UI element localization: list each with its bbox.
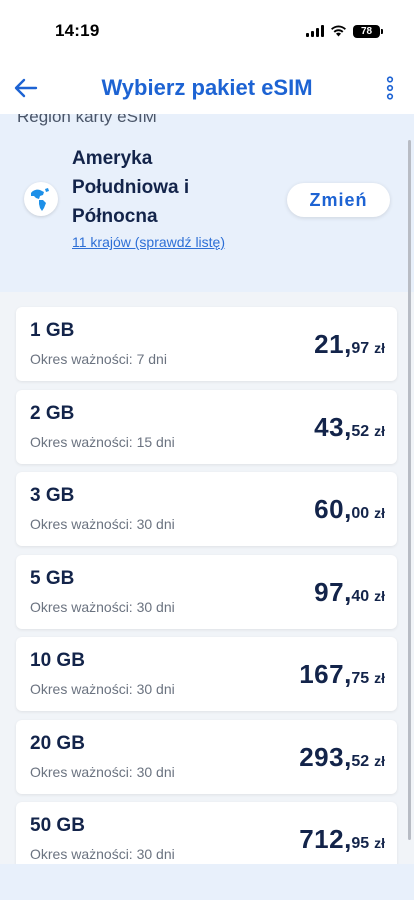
package-card[interactable]: 50 GB Okres ważności: 30 dni 712, 95 zł: [16, 802, 397, 864]
price-integer: 712: [299, 824, 345, 854]
price-currency: zł: [374, 505, 385, 521]
package-size: 5 GB: [30, 567, 75, 589]
package-card[interactable]: 1 GB Okres ważności: 7 dni 21, 97 zł: [16, 307, 397, 381]
package-validity: Okres ważności: 30 dni: [30, 681, 175, 697]
package-validity: Okres ważności: 7 dni: [30, 351, 167, 367]
price-currency: zł: [374, 422, 385, 439]
bottom-bar: [0, 864, 414, 900]
price-integer: 293: [299, 741, 345, 772]
price-separator: ,: [344, 329, 352, 359]
page-title: Wybierz pakiet eSIM: [101, 75, 313, 100]
package-validity: Okres ważności: 30 dni: [30, 763, 175, 780]
price-separator: ,: [344, 576, 352, 607]
price-currency: zł: [374, 670, 385, 686]
package-card[interactable]: 5 GB Okres ważności: 30 dni 97, 40 zł: [16, 554, 397, 629]
wifi-icon: [331, 25, 346, 37]
status-icons: 78: [306, 24, 383, 38]
package-list[interactable]: 1 GB Okres ważności: 7 dni 21, 97 zł 2 GB Okre…: [0, 292, 414, 864]
package-price: 60, 00 zł: [314, 494, 385, 525]
package-size: 20 GB: [30, 732, 85, 754]
package-size: 2 GB: [30, 402, 75, 424]
package-validity: Okres ważności: 15 dni: [30, 433, 175, 450]
price-currency: zł: [374, 587, 385, 604]
package-price: 43, 52 zł: [314, 412, 385, 443]
more-vertical-icon: [386, 76, 394, 100]
package-size: 3 GB: [30, 485, 75, 506]
region-name: Ameryka Południowa i Północna: [72, 148, 190, 227]
region-caption: Region karty eSIM: [17, 114, 157, 126]
price-decimal: 40: [351, 587, 370, 605]
price-decimal: 00: [351, 505, 370, 522]
price-integer: 167: [299, 659, 345, 689]
price-integer: 43: [314, 411, 345, 442]
package-card[interactable]: 2 GB Okres ważności: 15 dni 43, 52 zł: [16, 389, 397, 464]
battery-icon: 78: [353, 24, 383, 38]
price-currency: zł: [374, 835, 385, 851]
price-separator: ,: [344, 659, 352, 689]
countries-list-link[interactable]: 11 krajów (sprawdź listę): [72, 234, 225, 250]
package-validity: Okres ważności: 30 dni: [30, 846, 175, 862]
package-price: 293, 52 zł: [299, 742, 385, 773]
signal-icon: [306, 25, 324, 37]
package-price: 712, 95 zł: [299, 824, 385, 855]
status-time: 14:19: [55, 21, 100, 40]
price-integer: 21: [314, 329, 345, 359]
price-decimal: 52: [351, 752, 370, 770]
package-validity: Okres ważności: 30 dni: [30, 598, 175, 615]
scrollbar[interactable]: [408, 140, 411, 840]
arrow-left-icon: [14, 78, 38, 98]
price-separator: ,: [344, 741, 352, 772]
package-size: 10 GB: [30, 650, 85, 671]
price-integer: 97: [314, 576, 345, 607]
back-button[interactable]: [10, 72, 42, 104]
globe-americas-icon: [24, 182, 58, 216]
status-bar: 14:19 78: [0, 0, 414, 62]
price-decimal: 52: [351, 422, 370, 440]
price-currency: zł: [374, 340, 385, 356]
package-size: 50 GB: [30, 815, 85, 836]
package-card[interactable]: 20 GB Okres ważności: 30 dni 293, 52 zł: [16, 719, 397, 794]
package-card[interactable]: 3 GB Okres ważności: 30 dni 60, 00 zł: [16, 472, 397, 546]
price-decimal: 97: [351, 340, 370, 357]
region-panel: Region karty eSIM Ameryka Południowa i P…: [0, 114, 414, 292]
package-size: 1 GB: [30, 320, 75, 341]
package-price: 167, 75 zł: [299, 659, 385, 690]
package-price: 21, 97 zł: [314, 329, 385, 360]
price-decimal: 95: [351, 835, 370, 852]
price-integer: 60: [314, 494, 345, 524]
price-separator: ,: [344, 824, 352, 854]
nav-bar: Wybierz pakiet eSIM: [0, 62, 414, 114]
more-options-button[interactable]: [384, 75, 396, 101]
price-currency: zł: [374, 752, 385, 769]
price-separator: ,: [344, 494, 352, 524]
change-region-button[interactable]: Zmień: [287, 183, 390, 217]
package-validity: Okres ważności: 30 dni: [30, 516, 175, 532]
price-decimal: 75: [351, 670, 370, 687]
package-price: 97, 40 zł: [314, 577, 385, 608]
package-card[interactable]: 10 GB Okres ważności: 30 dni 167, 75 zł: [16, 637, 397, 711]
price-separator: ,: [344, 411, 352, 442]
